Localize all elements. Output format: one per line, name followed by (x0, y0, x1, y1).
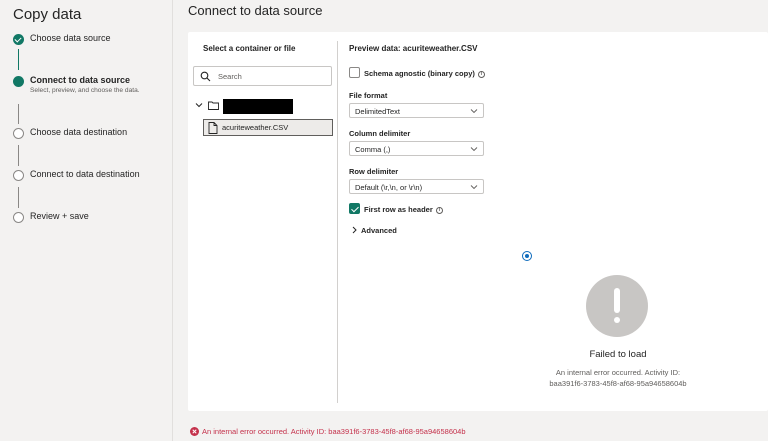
step-pending-icon (13, 170, 24, 181)
redacted-container-name[interactable] (223, 99, 293, 114)
step-connector (18, 104, 19, 124)
step-label: Review + save (30, 211, 89, 221)
wizard-title: Copy data (13, 6, 82, 23)
file-icon (208, 122, 218, 134)
row-delimiter-dropdown[interactable]: Default (\r,\n, or \r\n) (349, 179, 484, 194)
first-row-header-label: First row as header i (364, 205, 443, 214)
file-format-value: DelimitedText (355, 107, 401, 116)
search-input[interactable]: Search (193, 66, 332, 86)
folder-icon (208, 101, 219, 110)
chevron-down-icon (470, 185, 478, 190)
file-item-selected[interactable]: acuriteweather.CSV (203, 119, 333, 136)
step-pending-icon (13, 128, 24, 139)
file-name: acuriteweather.CSV (222, 123, 289, 132)
column-delimiter-value: Comma (,) (355, 145, 391, 154)
error-icon (190, 427, 199, 436)
advanced-toggle[interactable]: Advanced (361, 226, 397, 235)
step-connector (18, 49, 19, 70)
footer-error-text: An internal error occurred. Activity ID:… (202, 427, 466, 436)
column-delimiter-label: Column delimiter (349, 129, 411, 138)
wizard-panel: Copy data Choose data source Connect to … (0, 0, 173, 441)
search-icon (200, 71, 211, 82)
browser-heading: Select a container or file (203, 44, 296, 53)
step-current-icon (13, 76, 24, 87)
error-exclamation-icon (586, 275, 648, 337)
column-delimiter-dropdown[interactable]: Comma (,) (349, 141, 484, 156)
exclamation-dot (614, 317, 620, 323)
chevron-right-icon[interactable] (351, 226, 358, 234)
failed-message-line1: An internal error occurred. Activity ID: (555, 368, 681, 377)
search-placeholder: Search (218, 72, 242, 81)
page-title: Connect to data source (188, 3, 323, 18)
first-row-header-checkbox[interactable] (349, 203, 360, 214)
chevron-down-icon (470, 109, 478, 114)
chevron-down-icon (470, 147, 478, 152)
schema-agnostic-text: Schema agnostic (binary copy) (364, 69, 475, 78)
step-connector (18, 145, 19, 166)
schema-agnostic-checkbox[interactable] (349, 67, 360, 78)
step-label: Connect to data source (30, 75, 131, 85)
info-icon[interactable]: i (435, 207, 443, 214)
content-card (188, 32, 768, 411)
column-divider (337, 41, 338, 403)
file-format-dropdown[interactable]: DelimitedText (349, 103, 484, 118)
row-delimiter-value: Default (\r,\n, or \r\n) (355, 183, 423, 192)
preview-heading: Preview data: acuriteweather.CSV (349, 44, 478, 53)
file-format-label: File format (349, 91, 388, 100)
step-complete-icon (13, 34, 24, 45)
first-row-header-text: First row as header (364, 205, 433, 214)
row-delimiter-label: Row delimiter (349, 167, 399, 176)
info-badge-icon[interactable] (522, 251, 532, 261)
step-connector (18, 187, 19, 208)
step-pending-icon (13, 212, 24, 223)
info-icon[interactable]: i (477, 71, 485, 78)
failed-message: An internal error occurred. Activity ID:… (520, 367, 716, 389)
chevron-down-icon[interactable] (195, 101, 203, 109)
failed-message-line2: baa391f6-3783-45f8-af68-95a94658604b (549, 379, 687, 388)
schema-agnostic-label: Schema agnostic (binary copy) i (364, 69, 485, 78)
step-label: Choose data source (30, 33, 111, 43)
failed-title: Failed to load (589, 349, 647, 360)
exclamation-bar (614, 288, 620, 313)
step-subtitle: Select, preview, and choose the data. (30, 87, 140, 94)
step-label: Choose data destination (30, 127, 128, 137)
step-label: Connect to data destination (30, 169, 140, 179)
